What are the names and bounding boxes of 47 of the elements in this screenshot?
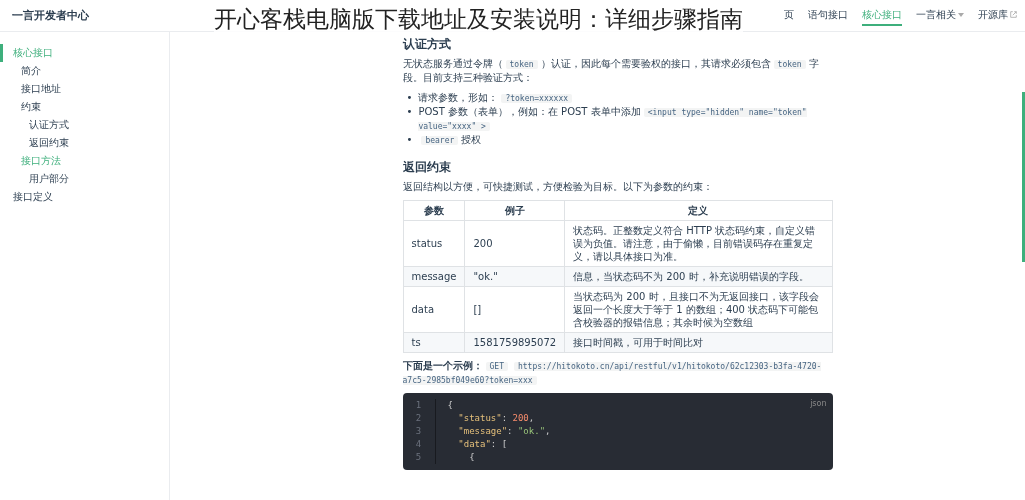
- table-cell: status: [403, 220, 465, 267]
- sidebar-item[interactable]: 接口定义: [0, 188, 169, 206]
- table-cell: 当状态码为 200 时，且接口不为无返回接口，该字段会返回一个长度大于等于 1 的数组；400 状态码下可能包含校验器的报错信息；其余时候为空数组: [564, 286, 832, 333]
- site-title: 一言开发者中心: [12, 8, 89, 23]
- overlay-title: 开心客栈电脑版下载地址及安装说明：详细步骤指南: [214, 4, 743, 34]
- line-number: 2: [415, 412, 422, 425]
- table-cell: 200: [464, 220, 565, 267]
- code-line: "data": [: [457, 438, 509, 451]
- list-item: bearer 授权: [418, 133, 482, 147]
- nav-link[interactable]: 语句接口: [808, 5, 848, 26]
- sidebar-item[interactable]: 认证方式: [0, 116, 169, 134]
- language-label: json: [810, 398, 827, 410]
- line-number: 4: [415, 438, 422, 451]
- table-cell: ts: [403, 332, 465, 353]
- nav-link[interactable]: 一言相关: [916, 5, 964, 26]
- column-header: 定义: [564, 200, 832, 221]
- paragraph: 无状态服务通过令牌（ token ）认证，因此每个需要验权的接口，其请求必须包含 token 字段。目前支持三种验证方式：: [402, 57, 820, 85]
- table-cell: []: [464, 286, 565, 333]
- sidebar-item[interactable]: 用户部分: [0, 170, 169, 188]
- table-cell: 状态码。正整数定义符合 HTTP 状态码约束，自定义错误为负值。请注意，由于偷懒，目前错误码存在重复定义，请以具体接口为准。: [564, 220, 832, 267]
- code-line: {: [447, 399, 454, 412]
- bullet-marker: •: [406, 133, 413, 147]
- code-line: {: [468, 451, 476, 464]
- section-heading: 返回约束: [402, 159, 452, 175]
- sidebar-item[interactable]: 返回约束: [0, 134, 169, 152]
- caret-icon: [958, 12, 964, 17]
- paragraph: 下面是一个示例： GET https://hitokoto.cn/api/restful/v1/hitokoto/62c12303-b3fa-4720-a7c5-2985bf049e60?token=xxx: [402, 359, 823, 387]
- paragraph: 返回结构以方便，可快捷测试，方便检验为目标。以下为参数的约束：: [402, 180, 714, 194]
- line-number: 5: [415, 451, 422, 464]
- table-cell: message: [403, 266, 465, 287]
- table-cell: data: [403, 286, 465, 333]
- sidebar-item[interactable]: 约束: [0, 98, 169, 116]
- bullet-marker: •: [406, 105, 413, 119]
- section-heading: 认证方式: [402, 36, 452, 52]
- external-link-icon: [1010, 11, 1017, 18]
- line-number: 1: [415, 399, 422, 412]
- bullet-marker: •: [406, 91, 413, 105]
- list-item: 请求参数，形如： ?token=xxxxxx: [418, 91, 576, 105]
- column-header: 参数: [403, 200, 465, 221]
- code-line: "status": 200,: [457, 412, 536, 425]
- column-header: 例子: [464, 200, 565, 221]
- code-line: "message": "ok.",: [457, 425, 551, 438]
- sidebar-item[interactable]: 接口地址: [0, 80, 169, 98]
- line-number: 3: [415, 425, 422, 438]
- sidebar-item[interactable]: 简介: [0, 62, 169, 80]
- nav-link[interactable]: 开源库: [978, 5, 1017, 26]
- nav-link[interactable]: 页: [784, 5, 794, 26]
